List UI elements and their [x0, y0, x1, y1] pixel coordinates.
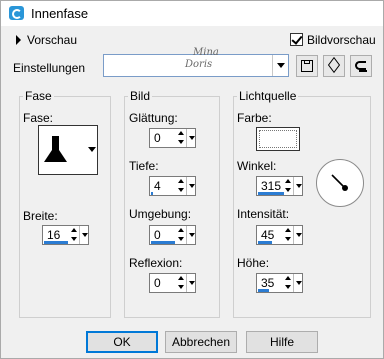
ambience-level-bar	[151, 241, 175, 244]
slider-popup-button[interactable]	[79, 226, 88, 244]
randomize-button[interactable]	[323, 55, 345, 77]
smoothness-value: 0	[154, 131, 161, 145]
slider-popup-button[interactable]	[293, 274, 302, 292]
elevation-spinner[interactable]: 35	[256, 273, 303, 293]
fase-shape-label: Fase:	[23, 111, 54, 125]
light-source-group-label: Lichtquelle	[237, 89, 299, 103]
color-label: Farbe:	[237, 111, 272, 125]
smoothness-spinner[interactable]: 0	[149, 128, 196, 148]
dialog-window: Innenfase Vorschau Bildvorschau Einstell…	[0, 0, 384, 359]
depth-value: 4	[154, 179, 161, 193]
width-level-bar	[44, 241, 68, 244]
decrement-arrow-icon[interactable]	[177, 283, 186, 292]
increment-arrow-icon[interactable]	[177, 177, 186, 186]
bevel-shape-selector[interactable]	[38, 125, 98, 175]
slider-popup-button[interactable]	[186, 274, 195, 292]
watermark-logo: Mina Doris	[185, 47, 219, 70]
increment-arrow-icon[interactable]	[284, 226, 293, 235]
angle-dial-needle-icon	[331, 174, 348, 191]
ambience-spinner[interactable]: 0	[149, 225, 196, 245]
elevation-level-bar	[258, 289, 269, 292]
fase-group-label: Fase	[23, 89, 54, 103]
angle-level-bar	[258, 192, 284, 195]
increment-arrow-icon[interactable]	[70, 226, 79, 235]
decrement-arrow-icon[interactable]	[177, 235, 186, 244]
depth-label: Tiefe:	[129, 159, 159, 173]
cancel-button[interactable]: Abbrechen	[165, 331, 237, 353]
decrement-arrow-icon[interactable]	[284, 235, 293, 244]
slider-popup-button[interactable]	[186, 129, 195, 147]
angle-value: 315	[261, 179, 282, 193]
reflection-label: Reflexion:	[129, 256, 183, 270]
intensity-level-bar	[258, 241, 272, 244]
chevron-down-icon[interactable]	[88, 147, 96, 152]
window-title: Innenfase	[31, 6, 89, 21]
increment-arrow-icon[interactable]	[284, 177, 293, 186]
decrement-arrow-icon[interactable]	[177, 186, 186, 195]
ambience-label: Umgebung:	[129, 207, 192, 221]
increment-arrow-icon[interactable]	[284, 274, 293, 283]
ambience-value: 0	[154, 228, 161, 242]
slider-popup-button[interactable]	[186, 226, 195, 244]
title-bar: Innenfase	[1, 1, 383, 26]
increment-arrow-icon[interactable]	[177, 129, 186, 138]
decrement-arrow-icon[interactable]	[70, 235, 79, 244]
light-color-swatch[interactable]	[256, 127, 300, 151]
smoothness-label: Glättung:	[129, 111, 178, 125]
width-spinner[interactable]: 16	[42, 225, 89, 245]
chevron-down-icon[interactable]	[272, 55, 288, 76]
expand-triangle-icon[interactable]	[16, 35, 21, 45]
angle-spinner[interactable]: 315	[256, 176, 303, 196]
angle-label: Winkel:	[237, 159, 277, 173]
elevation-label: Höhe:	[237, 256, 270, 270]
slider-popup-button[interactable]	[293, 177, 302, 195]
preview-toggle[interactable]: Vorschau	[27, 33, 77, 47]
bild-group-label: Bild	[128, 89, 153, 103]
ok-button[interactable]: OK	[86, 331, 158, 353]
depth-level-bar	[151, 192, 153, 195]
slider-popup-button[interactable]	[186, 177, 195, 195]
width-label: Breite:	[23, 209, 58, 223]
reset-button[interactable]	[350, 55, 372, 77]
elevation-value: 35	[261, 276, 275, 290]
reflection-value: 0	[154, 276, 161, 290]
decrement-arrow-icon[interactable]	[284, 186, 293, 195]
intensity-value: 45	[261, 228, 275, 242]
reflection-spinner[interactable]: 0	[149, 273, 196, 293]
decrement-arrow-icon[interactable]	[177, 138, 186, 147]
help-button[interactable]: Hilfe	[246, 331, 318, 353]
intensity-label: Intensität:	[237, 207, 290, 221]
intensity-spinner[interactable]: 45	[256, 225, 303, 245]
depth-spinner[interactable]: 4	[149, 176, 196, 196]
increment-arrow-icon[interactable]	[177, 226, 186, 235]
image-preview-checkbox[interactable]	[290, 33, 303, 46]
increment-arrow-icon[interactable]	[177, 274, 186, 283]
save-preset-button[interactable]	[296, 55, 318, 77]
slider-popup-button[interactable]	[293, 226, 302, 244]
app-icon	[9, 6, 24, 20]
decrement-arrow-icon[interactable]	[284, 283, 293, 292]
settings-label: Einstellungen	[13, 61, 86, 75]
width-value: 16	[47, 228, 61, 242]
angle-dial[interactable]	[316, 159, 364, 207]
image-preview-label[interactable]: Bildvorschau	[307, 33, 376, 47]
